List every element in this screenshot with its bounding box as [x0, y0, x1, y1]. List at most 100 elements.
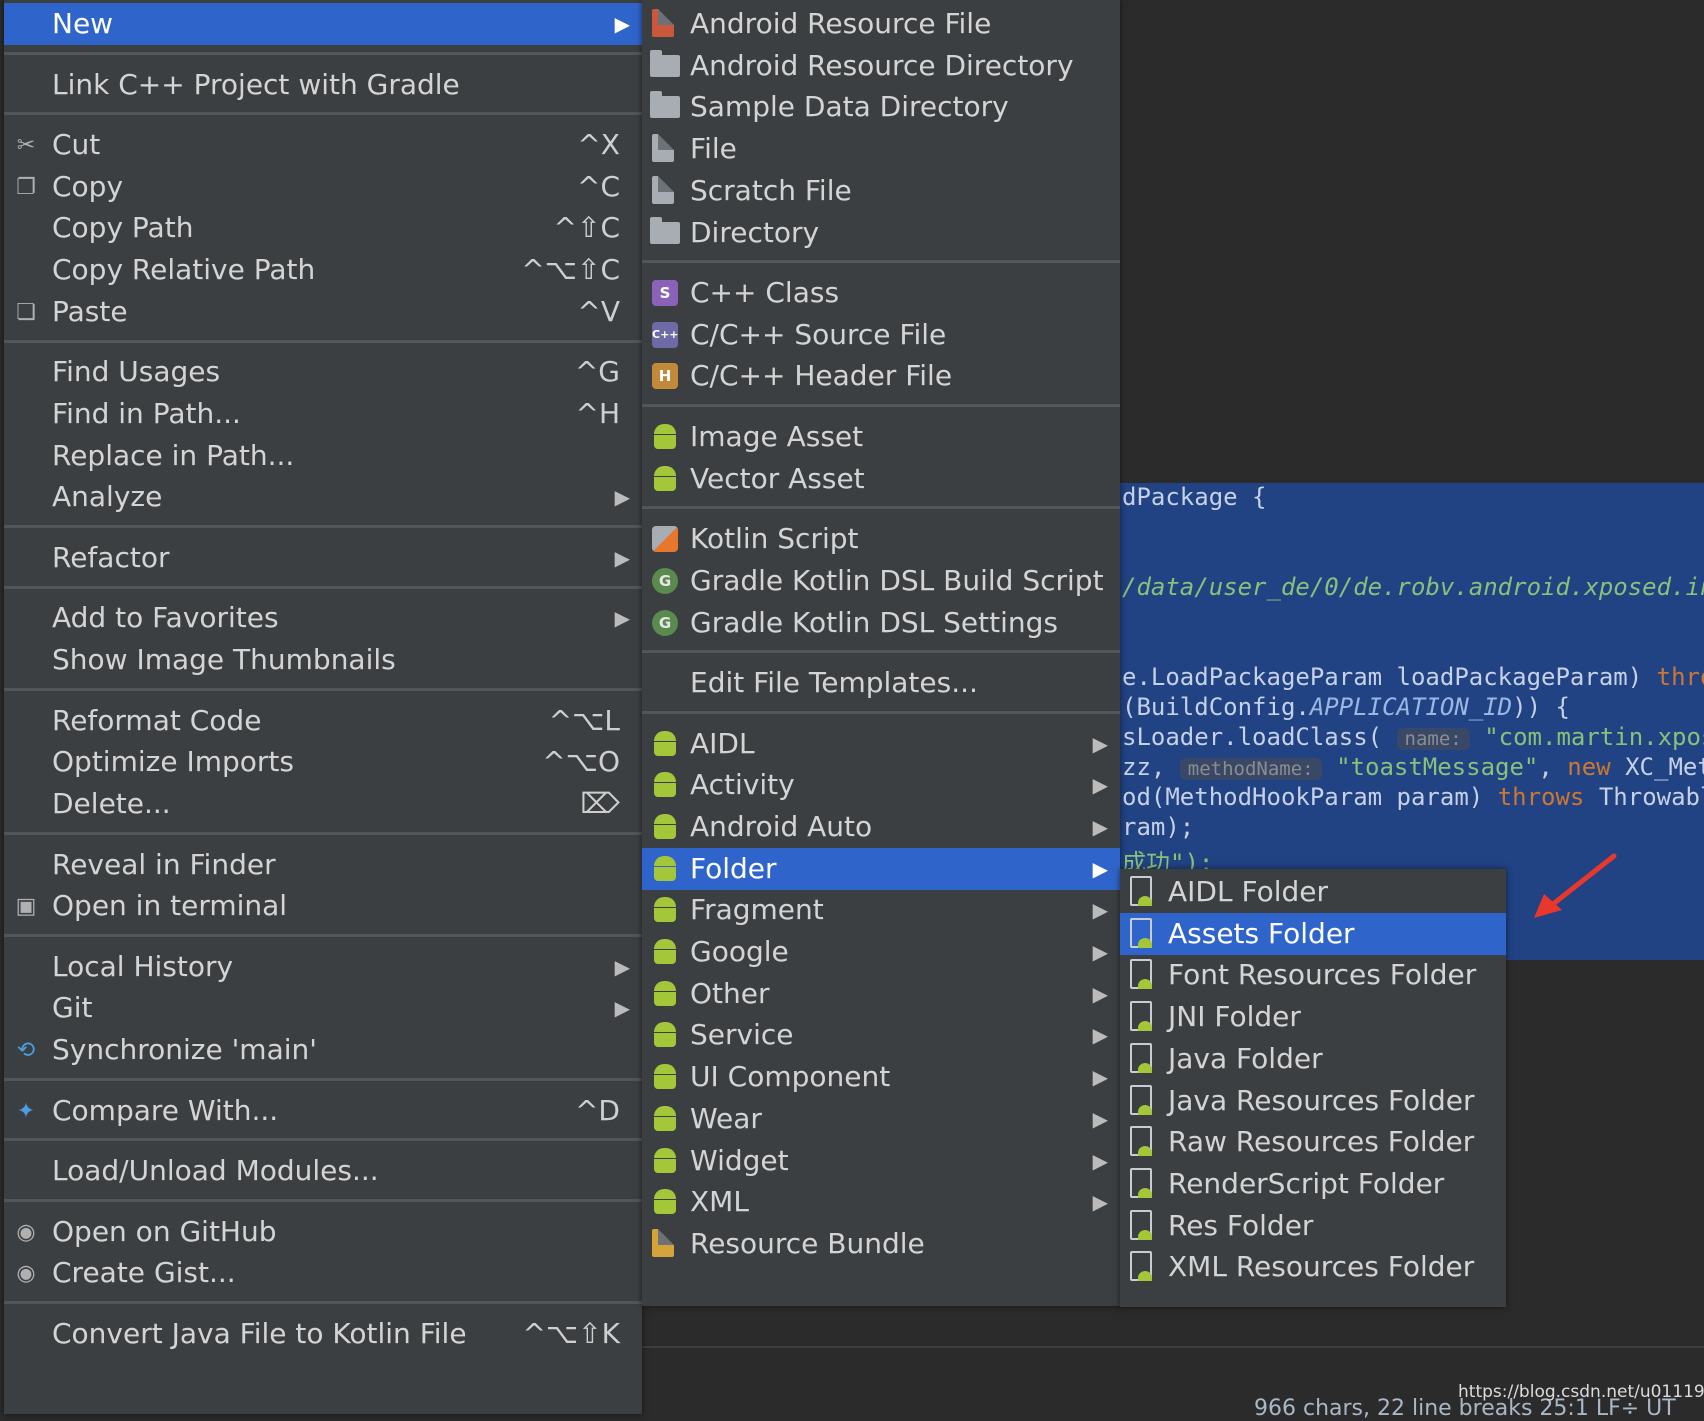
resource-bundle-icon [652, 1228, 674, 1257]
menu-item-new[interactable]: New ▶ [4, 3, 642, 45]
new-menu-item-directory[interactable]: Directory [642, 212, 1120, 254]
new-menu-item-android-auto[interactable]: Android Auto ▶ [642, 806, 1120, 848]
folder-menu-item-java-folder[interactable]: Java Folder [1120, 1038, 1506, 1080]
new-menu-item-resource-bundle[interactable]: Resource Bundle [642, 1223, 1120, 1265]
menu-separator [4, 1198, 642, 1202]
menu-item-optimize-imports[interactable]: Optimize Imports ^⌥O [4, 741, 642, 783]
new-menu-item-other[interactable]: Other ▶ [642, 973, 1120, 1015]
new-menu-item-scratch-file[interactable]: Scratch File [642, 170, 1120, 212]
menu-item-replace-in-path[interactable]: Replace in Path... [4, 435, 642, 477]
menu-item-find-usages[interactable]: Find Usages ^G [4, 351, 642, 393]
folder-menu-item-res-folder[interactable]: Res Folder [1120, 1205, 1506, 1247]
menu-item-analyze[interactable]: Analyze ▶ [4, 476, 642, 518]
menu-item-label: Other [690, 976, 770, 1010]
menu-item-synchronize-main[interactable]: ⟲ Synchronize 'main' [4, 1029, 642, 1071]
menu-item-link-c-project-with-gradle[interactable]: Link C++ Project with Gradle [4, 64, 642, 106]
menu-item-label: XML Resources Folder [1168, 1250, 1475, 1284]
new-menu-item-widget[interactable]: Widget ▶ [642, 1140, 1120, 1182]
code-line: zz, methodName: "toastMessage", new XC_M… [1122, 753, 1704, 781]
submenu-arrow-icon: ▶ [614, 545, 630, 570]
menu-item-label: Widget [690, 1143, 789, 1177]
new-menu-item-image-asset[interactable]: Image Asset [642, 416, 1120, 458]
menu-item-cut[interactable]: ✂ Cut ^X [4, 124, 642, 166]
new-menu-item-aidl[interactable]: AIDL ▶ [642, 723, 1120, 765]
submenu-arrow-icon: ▶ [1092, 898, 1108, 923]
menu-separator [4, 831, 642, 835]
menu-item-convert-java-file-to-kotlin-file[interactable]: Convert Java File to Kotlin File ^⌥⇧K [4, 1313, 642, 1355]
menu-item-delete[interactable]: Delete... ⌦ [4, 783, 642, 825]
menu-item-copy[interactable]: ❐ Copy ^C [4, 166, 642, 208]
folder-menu-item-java-resources-folder[interactable]: Java Resources Folder [1120, 1080, 1506, 1122]
new-menu-item-xml[interactable]: XML ▶ [642, 1181, 1120, 1223]
android-icon [652, 1189, 678, 1215]
menu-item-show-image-thumbnails[interactable]: Show Image Thumbnails [4, 639, 642, 681]
menu-item-git[interactable]: Git ▶ [4, 987, 642, 1029]
folder-menu-item-xml-resources-folder[interactable]: XML Resources Folder [1120, 1246, 1506, 1288]
shortcut-label: ^V [577, 294, 620, 328]
menu-item-label: Find Usages [52, 355, 221, 389]
menu-item-paste[interactable]: ❏ Paste ^V [4, 291, 642, 333]
folder-menu-item-jni-folder[interactable]: JNI Folder [1120, 996, 1506, 1038]
new-menu-item-c-c-header-file[interactable]: H C/C++ Header File [642, 355, 1120, 397]
new-menu-item-gradle-kotlin-dsl-build-script[interactable]: G Gradle Kotlin DSL Build Script [642, 560, 1120, 602]
new-menu-item-google[interactable]: Google ▶ [642, 931, 1120, 973]
new-menu-item-file[interactable]: File [642, 128, 1120, 170]
menu-item-copy-relative-path[interactable]: Copy Relative Path ^⌥⇧C [4, 249, 642, 291]
code-line: sLoader.loadClass( name: "com.martin.xpo… [1122, 723, 1704, 751]
android-icon [652, 730, 678, 757]
new-menu-item-gradle-kotlin-dsl-settings[interactable]: G Gradle Kotlin DSL Settings [642, 602, 1120, 644]
sync-icon: ⟲ [16, 1038, 36, 1064]
menu-item-label: Fragment [690, 893, 824, 927]
menu-item-reveal-in-finder[interactable]: Reveal in Finder [4, 844, 642, 886]
menu-item-open-on-github[interactable]: ◉ Open on GitHub [4, 1211, 642, 1253]
new-menu-item-wear[interactable]: Wear ▶ [642, 1098, 1120, 1140]
new-menu-item-ui-component[interactable]: UI Component ▶ [642, 1056, 1120, 1098]
folder-menu-item-renderscript-folder[interactable]: RenderScript Folder [1120, 1163, 1506, 1205]
new-menu-item-android-resource-file[interactable]: Android Resource File [642, 3, 1120, 45]
menu-item-reformat-code[interactable]: Reformat Code ^⌥L [4, 700, 642, 742]
menu-item-add-to-favorites[interactable]: Add to Favorites ▶ [4, 597, 642, 639]
github-icon: ◉ [16, 1261, 36, 1287]
new-menu-item-c-class[interactable]: S C++ Class [642, 272, 1120, 314]
menu-item-local-history[interactable]: Local History ▶ [4, 946, 642, 988]
menu-separator [4, 1138, 642, 1142]
new-menu-item-activity[interactable]: Activity ▶ [642, 764, 1120, 806]
menu-item-label: Wear [690, 1101, 762, 1135]
menu-separator [642, 404, 1120, 408]
menu-item-compare-with[interactable]: ✦ Compare With... ^D [4, 1090, 642, 1132]
folder-menu-item-font-resources-folder[interactable]: Font Resources Folder [1120, 954, 1506, 996]
menu-item-label: Add to Favorites [52, 601, 279, 635]
new-menu-item-edit-file-templates[interactable]: Edit File Templates... [642, 662, 1120, 704]
folder-menu-item-aidl-folder[interactable]: AIDL Folder [1120, 871, 1506, 913]
new-menu-item-android-resource-directory[interactable]: Android Resource Directory [642, 45, 1120, 87]
new-menu-item-folder[interactable]: Folder ▶ [642, 847, 1120, 890]
menu-item-copy-path[interactable]: Copy Path ^⇧C [4, 207, 642, 249]
new-menu-item-kotlin-script[interactable]: Kotlin Script [642, 518, 1120, 560]
android-resource-file-icon [652, 9, 674, 37]
android-folder-icon [1130, 1167, 1152, 1198]
new-menu-item-vector-asset[interactable]: Vector Asset [642, 458, 1120, 500]
menu-item-label: RenderScript Folder [1168, 1166, 1445, 1200]
menu-item-label: Show Image Thumbnails [52, 643, 396, 677]
shortcut-label: ^C [576, 169, 620, 203]
menu-item-refactor[interactable]: Refactor ▶ [4, 537, 642, 579]
menu-item-find-in-path[interactable]: Find in Path... ^H [4, 393, 642, 435]
submenu-arrow-icon: ▶ [614, 485, 630, 510]
scratch-file-icon [652, 175, 674, 204]
menu-item-create-gist[interactable]: ◉ Create Gist... [4, 1252, 642, 1294]
gradle-icon: G [652, 609, 678, 636]
shortcut-label: ^⌥⇧C [521, 253, 620, 287]
copy-icon: ❐ [16, 174, 36, 200]
new-menu-item-sample-data-directory[interactable]: Sample Data Directory [642, 86, 1120, 128]
submenu-arrow-icon: ▶ [1092, 814, 1108, 839]
menu-item-label: Git [52, 991, 93, 1025]
new-menu-item-c-c-source-file[interactable]: C++ C/C++ Source File [642, 314, 1120, 356]
folder-menu-item-assets-folder[interactable]: Assets Folder [1120, 912, 1506, 955]
folder-menu-item-raw-resources-folder[interactable]: Raw Resources Folder [1120, 1121, 1506, 1163]
menu-item-load-unload-modules[interactable]: Load/Unload Modules... [4, 1150, 642, 1192]
submenu-arrow-icon: ▶ [614, 954, 630, 979]
android-icon [652, 939, 678, 965]
new-menu-item-fragment[interactable]: Fragment ▶ [642, 889, 1120, 931]
new-menu-item-service[interactable]: Service ▶ [642, 1014, 1120, 1056]
menu-item-open-in-terminal[interactable]: ▣ Open in terminal [4, 885, 642, 927]
